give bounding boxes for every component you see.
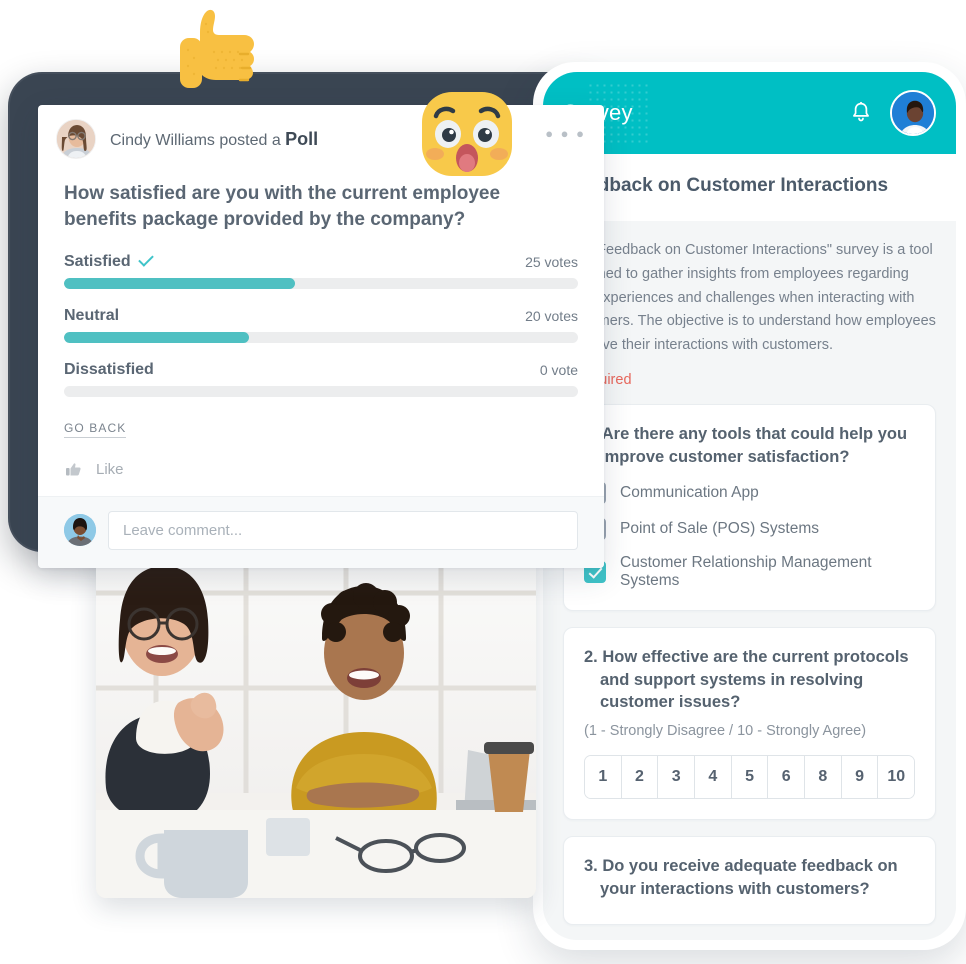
survey-topbar: Survey [543,72,956,154]
scale-option[interactable]: 3 [658,756,696,799]
thumbs-up-icon[interactable] [64,460,84,480]
thumbs-up-emoji [172,8,264,96]
poll-author-avatar[interactable] [56,119,96,159]
office-photo [96,538,536,898]
like-label[interactable]: Like [96,461,124,478]
poll-post-type: Poll [285,128,319,149]
poll-bar-track [64,277,578,289]
poll-option-votes: 0 vote [539,361,578,378]
poll-option-dissatisfied[interactable]: Dissatisfied 0 vote [64,361,578,397]
poll-option-neutral[interactable]: Neutral 20 votes [64,307,578,343]
question-1-title: 1. Are there any tools that could help y… [584,425,908,466]
notification-bell-icon[interactable] [848,100,874,126]
go-back-link[interactable]: GO BACK [64,421,127,438]
scale-option[interactable]: 4 [695,756,732,799]
option-label: Communication App [620,484,759,502]
poll-bar-fill [64,331,250,343]
poll-option-votes: 20 votes [525,307,578,324]
poll-option-header: Neutral 20 votes [64,307,578,325]
survey-page-title: Feedback on Customer Interactions [565,175,889,196]
survey-question-card-2: 2. How effective are the current protoco… [563,627,936,821]
poll-header: Cindy Williams posted a Poll ● ● ● [38,105,604,165]
poll-option-label-wrap: Satisfied [64,251,525,271]
question-2-scale-hint: (1 - Strongly Disagree / 10 - Strongly A… [584,723,867,740]
current-user-avatar[interactable] [64,514,96,547]
survey-page-heading: Feedback on Customer Interactions [543,154,956,221]
more-options-icon[interactable]: ● ● ● [545,127,586,140]
question-3-title: 3. Do you receive adequate feedback on y… [584,857,898,898]
poll-option-label: Satisfied [64,252,131,270]
scale-option[interactable]: 9 [841,756,879,799]
poll-option-label-wrap: Neutral [64,307,525,325]
poll-question-text: How satisfied are you with the current e… [64,183,501,230]
poll-option-label: Neutral [64,306,120,324]
poll-option-label-wrap: Dissatisfied [64,361,540,379]
scale-option[interactable]: 5 [731,756,769,799]
question-2-title: 2. How effective are the current protoco… [584,648,909,712]
poll-actions: Like [38,438,604,496]
survey-question-card-1: 1. Are there any tools that could help y… [563,404,936,612]
screenshot-root: Survey Feedback on Customer Interactions… [0,0,966,964]
question-1-option-1[interactable]: Communication App [584,482,915,505]
survey-question-card-3: 3. Do you receive adequate feedback on y… [563,836,936,926]
scale-option[interactable]: 8 [805,756,842,799]
survey-topbar-title: Survey [563,100,633,125]
question-1-option-2[interactable]: Point of Sale (POS) Systems [584,518,915,541]
poll-option-votes: 25 votes [525,253,578,270]
survey-required-note: * Required [563,372,936,388]
scale-option[interactable]: 10 [878,756,914,799]
question-1-option-3[interactable]: Customer Relationship Management Systems [584,554,915,590]
scale-option[interactable]: 2 [621,756,659,799]
poll-bar-track [64,385,578,397]
poll-option-label: Dissatisfied [64,360,154,378]
poll-card: Cindy Williams posted a Poll ● ● ● How s… [38,105,604,568]
survey-app-screen: Survey Feedback on Customer Interactions… [543,72,956,940]
survey-body: The "Feedback on Customer Interactions" … [543,220,956,926]
poll-option-satisfied[interactable]: Satisfied 25 votes [64,251,578,289]
poll-bar-fill [64,277,296,289]
astonished-face-emoji [420,90,514,178]
question-2-rating-scale[interactable]: 1 2 3 4 5 6 8 9 10 [584,755,915,800]
comment-input[interactable] [108,510,578,550]
user-avatar[interactable] [890,90,936,136]
poll-byline: Cindy Williams posted a Poll [110,129,318,150]
scale-option[interactable]: 1 [585,756,622,799]
poll-comment-row [38,495,604,568]
survey-description: The "Feedback on Customer Interactions" … [563,241,936,354]
poll-options-list: Satisfied 25 votes Neutral 20 votes Diss… [38,237,604,397]
poll-option-header: Satisfied 25 votes [64,251,578,271]
poll-author-name: Cindy Williams posted a [110,131,286,149]
poll-option-header: Dissatisfied 0 vote [64,361,578,379]
scale-option[interactable]: 6 [768,756,806,799]
option-label: Point of Sale (POS) Systems [620,520,819,538]
option-label: Customer Relationship Management Systems [620,554,872,590]
poll-bar-track [64,331,578,343]
check-icon [137,251,154,267]
